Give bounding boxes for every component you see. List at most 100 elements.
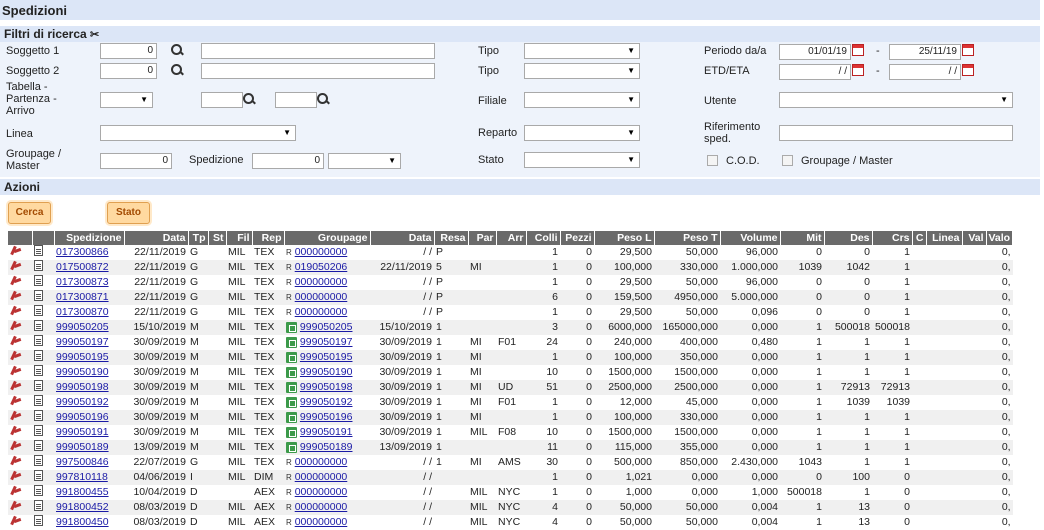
edit-icon[interactable]: [10, 320, 22, 331]
document-icon[interactable]: [34, 515, 43, 526]
document-icon[interactable]: [34, 470, 43, 481]
spedizione-link[interactable]: 999050190: [56, 366, 109, 378]
edit-icon[interactable]: [10, 380, 22, 391]
row-action-cell[interactable]: [8, 515, 32, 530]
collapse-icon[interactable]: ✂: [90, 29, 99, 41]
tipo-select[interactable]: [524, 43, 640, 59]
soggetto1-input[interactable]: 0: [100, 43, 157, 59]
document-icon[interactable]: [34, 320, 43, 331]
document-icon[interactable]: [34, 260, 43, 271]
document-icon[interactable]: [34, 425, 43, 436]
spedizione-link[interactable]: 991800455: [56, 486, 109, 498]
groupage-link[interactable]: 000000000: [295, 456, 348, 468]
groupage-link[interactable]: 000000000: [295, 276, 348, 288]
search-icon[interactable]: [242, 92, 256, 106]
column-header[interactable]: Des: [824, 231, 873, 245]
groupage-link[interactable]: 019050206: [295, 261, 348, 273]
row-action-cell[interactable]: [8, 275, 32, 290]
column-header[interactable]: Peso T: [654, 231, 721, 245]
edit-icon[interactable]: [10, 470, 22, 481]
soggetto2-name-input[interactable]: [201, 63, 435, 79]
excel-icon[interactable]: [286, 396, 297, 408]
spedizione-link[interactable]: 017300870: [56, 306, 109, 318]
row-document-cell[interactable]: [32, 410, 54, 425]
search-icon[interactable]: [170, 43, 184, 57]
spedizione-link[interactable]: 017300871: [56, 291, 109, 303]
table-row[interactable]: 991800450 08/03/2019 D MIL AEX R 000000000 / /…: [8, 515, 1013, 530]
groupage-link[interactable]: 000000000: [295, 486, 348, 498]
row-document-cell[interactable]: [32, 455, 54, 470]
calendar-icon[interactable]: [962, 64, 974, 76]
column-header[interactable]: Arr: [496, 231, 527, 245]
table-row[interactable]: 017300866 22/11/2019 G MIL TEX R 000000000 / /…: [8, 245, 1013, 260]
periodo-from-input[interactable]: 01/01/19: [779, 44, 851, 60]
row-document-cell[interactable]: [32, 350, 54, 365]
groupage-link[interactable]: 999050195: [300, 351, 353, 363]
column-header[interactable]: Peso L: [594, 231, 655, 245]
document-icon[interactable]: [34, 395, 43, 406]
groupage-link[interactable]: 000000000: [295, 471, 348, 483]
arrivo-input[interactable]: [275, 92, 317, 108]
row-action-cell[interactable]: [8, 305, 32, 320]
spedizione-link[interactable]: 999050197: [56, 336, 109, 348]
row-document-cell[interactable]: [32, 515, 54, 530]
calendar-icon[interactable]: [852, 44, 864, 56]
edit-icon[interactable]: [10, 260, 22, 271]
row-action-cell[interactable]: [8, 395, 32, 410]
table-row[interactable]: 997500846 22/07/2019 G MIL TEX R 000000000 / /…: [8, 455, 1013, 470]
edit-icon[interactable]: [10, 305, 22, 316]
edit-icon[interactable]: [10, 275, 22, 286]
table-row[interactable]: 017500872 22/11/2019 G MIL TEX R 019050206 22/…: [8, 260, 1013, 275]
column-header[interactable]: Spedizione: [54, 231, 125, 245]
table-row[interactable]: 999050198 30/09/2019 M MIL TEX 999050198 30/0…: [8, 380, 1013, 395]
excel-icon[interactable]: [286, 441, 297, 453]
row-action-cell[interactable]: [8, 245, 32, 260]
row-document-cell[interactable]: [32, 395, 54, 410]
document-icon[interactable]: [34, 440, 43, 451]
document-icon[interactable]: [34, 275, 43, 286]
row-document-cell[interactable]: [32, 500, 54, 515]
spedizione-link[interactable]: 999050191: [56, 426, 109, 438]
excel-icon[interactable]: [286, 366, 297, 378]
row-action-cell[interactable]: [8, 350, 32, 365]
etd-to-input[interactable]: / /: [889, 64, 961, 80]
edit-icon[interactable]: [10, 485, 22, 496]
edit-icon[interactable]: [10, 515, 22, 526]
edit-icon[interactable]: [10, 500, 22, 511]
column-header[interactable]: Tp: [188, 231, 209, 245]
spedizione-link[interactable]: 017300873: [56, 276, 109, 288]
document-icon[interactable]: [34, 455, 43, 466]
column-header[interactable]: Rep: [252, 231, 285, 245]
utente-select[interactable]: [779, 92, 1013, 108]
excel-icon[interactable]: [286, 381, 297, 393]
document-icon[interactable]: [34, 410, 43, 421]
edit-icon[interactable]: [10, 365, 22, 376]
partenza-input[interactable]: [201, 92, 243, 108]
column-header[interactable]: St: [208, 231, 227, 245]
column-header[interactable]: C: [912, 231, 927, 245]
groupage-link[interactable]: 999050189: [300, 441, 353, 453]
column-header[interactable]: Colli: [526, 231, 561, 245]
spedizione-select[interactable]: [328, 153, 401, 169]
reparto-select[interactable]: [524, 125, 640, 141]
row-action-cell[interactable]: [8, 440, 32, 455]
document-icon[interactable]: [34, 245, 43, 256]
excel-icon[interactable]: [286, 336, 297, 348]
groupage-link[interactable]: 999050196: [300, 411, 353, 423]
row-document-cell[interactable]: [32, 275, 54, 290]
row-action-cell[interactable]: [8, 260, 32, 275]
riferimento-input[interactable]: [779, 125, 1013, 141]
excel-icon[interactable]: [286, 351, 297, 363]
excel-icon[interactable]: [286, 321, 297, 333]
row-document-cell[interactable]: [32, 365, 54, 380]
cod-checkbox[interactable]: [707, 155, 718, 166]
groupage-link[interactable]: 000000000: [295, 291, 348, 303]
table-row[interactable]: 999050190 30/09/2019 M MIL TEX 999050190 30/0…: [8, 365, 1013, 380]
excel-icon[interactable]: [286, 411, 297, 423]
edit-icon[interactable]: [10, 350, 22, 361]
groupage-link[interactable]: 000000000: [295, 306, 348, 318]
row-document-cell[interactable]: [32, 380, 54, 395]
stato-button[interactable]: Stato: [107, 202, 150, 224]
soggetto2-input[interactable]: 0: [100, 63, 157, 79]
row-document-cell[interactable]: [32, 470, 54, 485]
